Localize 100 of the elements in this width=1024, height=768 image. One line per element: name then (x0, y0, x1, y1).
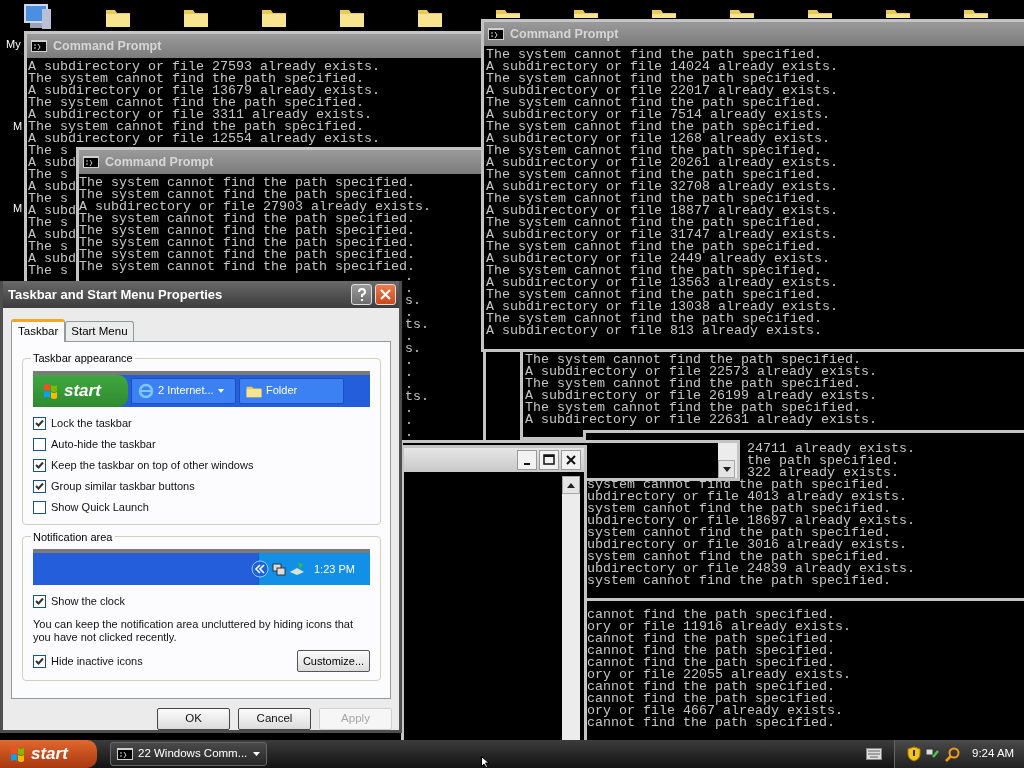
checkbox[interactable] (33, 595, 46, 608)
console-line: The system cannot find the path specified. (28, 97, 364, 109)
console-line: s. (405, 343, 421, 355)
caret-icon (217, 388, 224, 393)
dialog-title: Taskbar and Start Menu Properties (8, 285, 224, 304)
console-line: cannot find the path specified. (587, 657, 835, 669)
console-line: . (405, 283, 413, 295)
console-line: The system cannot find the path specified. (486, 97, 822, 109)
start-label: start (31, 743, 68, 766)
console-line: The system cannot find the path specified. (486, 49, 822, 61)
window-title: Command Prompt (510, 25, 619, 43)
console-line: cannot find the path specified. (587, 717, 835, 729)
console-line: The system cannot find the path specified. (486, 313, 822, 325)
window-button[interactable] (561, 450, 581, 470)
scrollbar[interactable] (562, 476, 580, 742)
console-line: A subdirectory or file 7514 already exists. (486, 109, 830, 121)
console-line: The system cannot find the path specified. (79, 261, 415, 273)
checkbox-label[interactable]: Auto-hide the taskbar (51, 435, 156, 453)
command-prompt-icon (488, 28, 504, 40)
console-line: The system cannot find the path specified. (486, 265, 822, 277)
tab[interactable]: Taskbar (11, 319, 66, 342)
console-line: The system cannot find the path specified. (79, 213, 415, 225)
checkbox[interactable] (33, 654, 46, 668)
dialog-button[interactable]: OK (157, 708, 230, 730)
icon-label: My (6, 38, 21, 51)
minimize-icon (524, 463, 530, 465)
console-line: A subdirectory or file 13038 already exists. (486, 301, 838, 313)
search-icon[interactable] (945, 746, 960, 762)
close-button[interactable] (375, 284, 396, 305)
group-label: Taskbar appearance (32, 351, 134, 366)
windows-flag-icon (10, 746, 25, 762)
network-icon (272, 562, 286, 576)
console-line: ory or file 22055 already exists. (587, 669, 851, 681)
taskbar-button-label: Folder (266, 383, 298, 399)
window-button[interactable] (517, 450, 537, 470)
maximize-icon (541, 452, 557, 468)
checkbox[interactable] (33, 479, 46, 493)
console-line: A subd (28, 229, 76, 241)
help-text: You can keep the notification area uncluttered by hiding icons that you have not clicked recently. (33, 618, 355, 644)
console-line: The system cannot find the path specified. (486, 121, 822, 133)
console-line: . (405, 427, 413, 439)
console-line: A subdirectory or file 13563 already exists. (486, 277, 838, 289)
console-line: . (405, 331, 413, 343)
console-line: The system cannot find the path specified. (79, 189, 415, 201)
console-line: A subdirectory or file 31747 already exists. (486, 229, 838, 241)
checkbox-label[interactable]: Show the clock (51, 593, 125, 610)
shield-icon[interactable] (907, 746, 921, 762)
console-line: The system cannot find the path specified. (28, 121, 364, 133)
window-button[interactable] (539, 450, 559, 470)
console-line: The system cannot find the path specified. (79, 225, 415, 237)
help-button[interactable] (351, 284, 372, 305)
console-line: The s (28, 145, 68, 157)
start-button[interactable]: start (0, 740, 97, 768)
console-line: ubdirectory or file 24839 already exists. (587, 563, 915, 575)
console-line: A subdirectory or file 22573 already exists. (525, 366, 877, 378)
question-mark-icon (356, 287, 367, 302)
console-line: system cannot find the path specified. (587, 575, 891, 587)
scrollbar[interactable] (718, 443, 737, 478)
console-line: ory or file 11916 already exists. (587, 621, 851, 633)
checkbox-label[interactable]: Group similar taskbar buttons (51, 477, 195, 495)
icon-label: M (13, 202, 23, 215)
console-line: The system cannot find the path specified. (486, 145, 822, 157)
console-line: A subdirectory or file 22017 already exists. (486, 85, 838, 97)
console-line: The system cannot find the path specified. (486, 241, 822, 253)
dialog-button[interactable]: Cancel (238, 708, 311, 730)
console-line: A subdirectory or file 18877 already exists. (486, 205, 838, 217)
console-line: . (405, 367, 413, 379)
checkbox[interactable] (33, 437, 46, 451)
command-prompt-icon (117, 748, 133, 760)
keyboard-icon[interactable] (866, 748, 882, 760)
console-line: . (405, 403, 413, 415)
taskbar-button[interactable]: 22 Windows Comm... (110, 742, 267, 766)
checkbox-label[interactable]: Keep the taskbar on top of other windows (51, 456, 254, 474)
tray-app-icon (289, 562, 305, 576)
console-line: cannot find the path specified. (587, 609, 835, 621)
console-line: The system cannot find the path specified. (79, 237, 415, 249)
checkbox[interactable] (33, 500, 46, 514)
scroll-down-button[interactable] (718, 460, 735, 478)
console-line: . (405, 307, 413, 319)
console-line: s. (405, 295, 421, 307)
taskbar-button-label: 2 Internet... (158, 383, 214, 399)
scroll-up-button[interactable] (562, 476, 580, 494)
tab[interactable]: Start Menu (65, 321, 134, 341)
console-line: A subd (28, 181, 76, 193)
checkbox[interactable] (33, 458, 46, 472)
computer-icon[interactable] (22, 3, 54, 31)
checkbox-label[interactable]: Hide inactive icons (51, 652, 143, 670)
console-line: ubdirectory or file 4013 already exists. (587, 491, 907, 503)
taskbar-button-label: 22 Windows Comm... (138, 746, 248, 762)
console-line: cannot find the path specified. (587, 633, 835, 645)
checkbox-label[interactable]: Show Quick Launch (51, 498, 149, 516)
console-line: A subdirectory or file 14024 already exists. (486, 61, 838, 73)
checkbox-label[interactable]: Lock the taskbar (51, 414, 132, 432)
checkbox[interactable] (33, 416, 46, 430)
customize-button[interactable]: Customize... (297, 650, 370, 672)
console-line: A subdirectory or file 3311 already exists. (28, 109, 372, 121)
console-line: ts. (405, 391, 429, 403)
console-line: The s (28, 241, 68, 253)
console-line: system cannot find the path specified. (587, 503, 891, 515)
command-prompt-icon (31, 40, 47, 52)
